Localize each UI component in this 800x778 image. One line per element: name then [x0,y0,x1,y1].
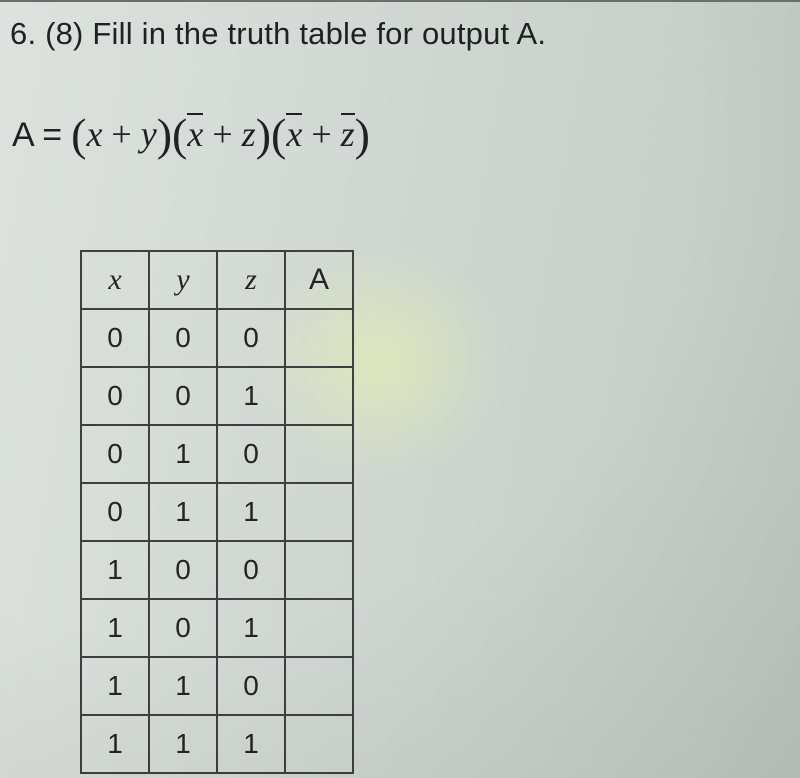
cell: 1 [149,425,217,483]
truth-table: x y z A 0 0 0 0 0 1 [80,250,354,774]
cell: 0 [217,657,285,715]
cell: 1 [149,657,217,715]
question-text: 6. (8) Fill in the truth table for outpu… [10,16,790,52]
term3-op: + [302,114,340,154]
table-header-row: x y z A [81,251,353,309]
cell-a[interactable] [285,309,353,367]
cell-a[interactable] [285,541,353,599]
cell: 1 [81,657,149,715]
close-paren-1: ) [157,109,172,160]
cell: 1 [217,367,285,425]
col-a: A [285,251,353,309]
cell: 0 [81,309,149,367]
open-paren-3: ( [271,109,286,160]
term2-b: z [242,114,256,154]
cell: 1 [149,715,217,773]
col-x: x [81,251,149,309]
cell: 0 [149,599,217,657]
cell: 0 [149,367,217,425]
table-row: 0 0 0 [81,309,353,367]
table-row: 1 0 1 [81,599,353,657]
cell-a[interactable] [285,483,353,541]
cell: 1 [81,541,149,599]
table-row: 0 0 1 [81,367,353,425]
term2-op: + [203,114,241,154]
cell: 1 [217,715,285,773]
cell: 1 [149,483,217,541]
cell: 0 [217,541,285,599]
term1-b: y [141,114,157,154]
cell: 0 [81,425,149,483]
cell-a[interactable] [285,599,353,657]
term3-b-bar: z [341,113,355,152]
table-body: 0 0 0 0 0 1 0 1 0 0 [81,309,353,773]
cell-a[interactable] [285,657,353,715]
term1-op: + [102,114,140,154]
cell: 0 [81,483,149,541]
cell: 1 [217,483,285,541]
question-page: 6. (8) Fill in the truth table for outpu… [0,0,800,778]
cell: 0 [217,309,285,367]
cell: 1 [81,599,149,657]
cell: 1 [217,599,285,657]
formula-lhs: A = [12,116,62,154]
table-row: 1 0 0 [81,541,353,599]
open-paren-2: ( [172,109,187,160]
table-row: 1 1 0 [81,657,353,715]
term2-a-bar: x [187,113,203,152]
cell: 0 [217,425,285,483]
table-row: 1 1 1 [81,715,353,773]
close-paren-2: ) [256,109,271,160]
term3-a-bar: x [286,113,302,152]
term3-b: z [341,114,355,154]
cell: 1 [81,715,149,773]
term3-a: x [286,114,302,154]
cell-a[interactable] [285,425,353,483]
cell: 0 [81,367,149,425]
formula: A = (x + y)(x + z)(x + z) [12,104,370,157]
col-z: z [217,251,285,309]
open-paren-1: ( [71,109,86,160]
cell-a[interactable] [285,367,353,425]
cell-a[interactable] [285,715,353,773]
question-prompt: Fill in the truth table for output A. [92,16,546,51]
truth-table-wrap: x y z A 0 0 0 0 0 1 [80,250,354,774]
question-number: 6. [10,16,36,51]
question-points: (8) [45,16,84,51]
term1-a: x [86,114,102,154]
close-paren-3: ) [355,109,370,160]
col-y: y [149,251,217,309]
table-row: 0 1 1 [81,483,353,541]
cell: 0 [149,309,217,367]
cell: 0 [149,541,217,599]
table-row: 0 1 0 [81,425,353,483]
term2-a: x [187,114,203,154]
